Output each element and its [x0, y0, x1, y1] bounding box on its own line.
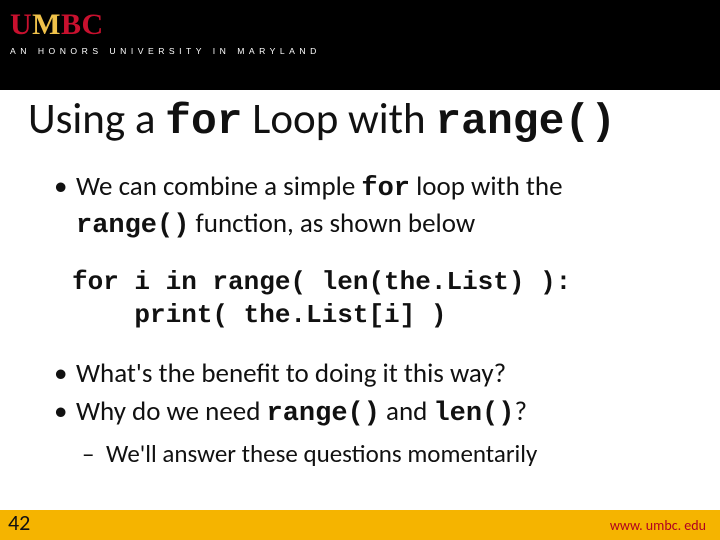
bullet-3-code-len: len(): [433, 399, 514, 429]
bullet-2: What's the benefit to doing it this way?: [54, 357, 674, 391]
bullet-3-text-b: and: [380, 395, 434, 428]
bullet-1-text-c: function, as shown below: [189, 207, 475, 240]
logo-letter-c: C: [82, 8, 104, 42]
logo: UMBC AN HONORS UNIVERSITY IN MARYLAND: [10, 8, 321, 56]
bullet-1: We can combine a simple for loop with th…: [54, 170, 674, 244]
code-block: for i in range( len(the.List) ): print( …: [72, 266, 674, 334]
bullet-1-code-for: for: [361, 174, 410, 204]
title-code-for: for: [165, 97, 242, 146]
title-pre: Using a: [28, 92, 165, 145]
slide: UMBC AN HONORS UNIVERSITY IN MARYLAND Us…: [0, 0, 720, 540]
footer-url: www. umbc. edu: [610, 517, 706, 534]
logo-letter-m: M: [32, 8, 61, 42]
bullet-1-text-b: loop with the: [410, 170, 563, 203]
logo-letter-b: B: [61, 8, 82, 42]
bullet-1-code-range: range(): [76, 211, 189, 241]
bullet-3: Why do we need range() and len()?: [54, 395, 674, 432]
title-mid: Loop with: [243, 92, 436, 145]
bullet-3-text-c: ?: [514, 395, 527, 428]
logo-letter-u: U: [10, 8, 32, 42]
header-band: UMBC AN HONORS UNIVERSITY IN MARYLAND: [0, 0, 720, 90]
code-line-1: for i in range( len(the.List) ):: [72, 267, 571, 297]
tagline: AN HONORS UNIVERSITY IN MARYLAND: [10, 46, 321, 56]
code-line-2: print( the.List[i] ): [72, 300, 446, 330]
content-area: We can combine a simple for loop with th…: [54, 170, 674, 470]
title-code-range: range(): [435, 97, 616, 146]
bullet-1-text-a: We can combine a simple: [76, 170, 361, 203]
slide-title: Using a for Loop with range(): [28, 96, 692, 144]
bullet-3-text-a: Why do we need: [76, 395, 267, 428]
slide-number: 42: [8, 509, 30, 536]
bullet-3-code-range: range(): [267, 399, 380, 429]
subbullet-1: We'll answer these questions momentarily: [54, 438, 674, 471]
logo-text: UMBC: [10, 8, 321, 42]
